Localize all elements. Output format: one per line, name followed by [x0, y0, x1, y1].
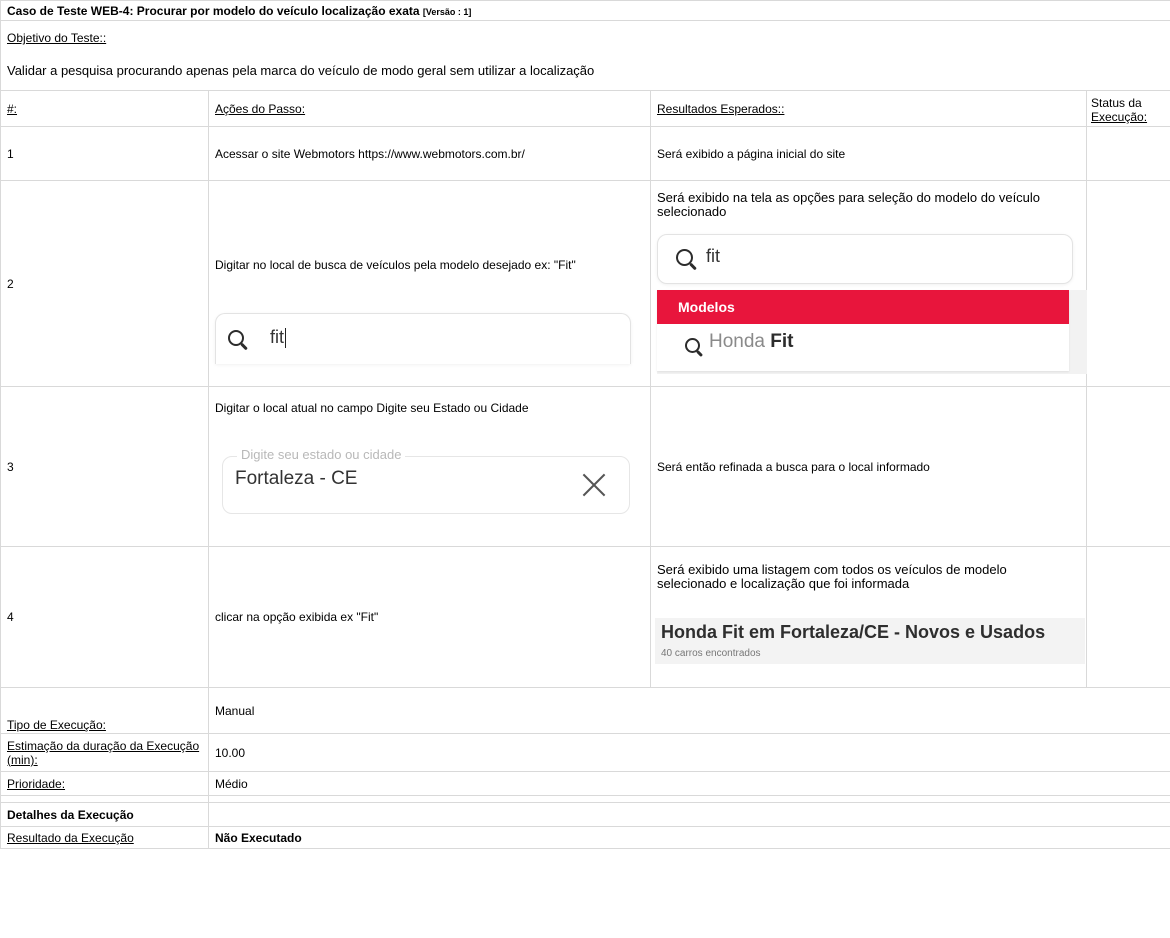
expected-search-value: fit — [706, 246, 721, 266]
title-row: Caso de Teste WEB-4: Procurar por modelo… — [0, 0, 1170, 21]
step-expected: Será exibido uma listagem com todos os v… — [657, 562, 1007, 591]
table-row: 1 Acessar o site Webmotors https://www.w… — [0, 126, 1170, 181]
col-num-label: #: — [7, 101, 18, 116]
test-case-table: Caso de Teste WEB-4: Procurar por modelo… — [0, 0, 1170, 849]
step-expected-cell: Será exibido na tela as opções para sele… — [650, 180, 1087, 387]
step-status — [1086, 126, 1170, 181]
objective-label: Objetivo do Teste:: — [7, 31, 107, 45]
priority-value: Médio — [208, 771, 1170, 796]
objective-row: Objetivo do Teste:: Validar a pesquisa p… — [0, 20, 1170, 91]
execution-result-label: Resultado da Execução — [7, 830, 134, 845]
col-actions-header: Ações do Passo: — [208, 90, 651, 127]
objective-text: Validar a pesquisa procurando apenas pel… — [7, 63, 595, 78]
step-action: Digitar o local atual no campo Digite se… — [215, 401, 529, 415]
table-row: 2 Digitar no local de busca de veículos … — [0, 180, 1170, 387]
execution-details-value — [208, 802, 1170, 827]
page-title: Caso de Teste WEB-4: Procurar por modelo… — [7, 4, 420, 18]
col-actions-label: Ações do Passo: — [215, 101, 306, 116]
spacer-row — [0, 795, 1170, 803]
step-expected-cell: Será exibido uma listagem com todos os v… — [650, 546, 1087, 688]
step-num: 3 — [0, 386, 209, 547]
dropdown-option: Honda Fit — [657, 324, 1069, 371]
step-expected: Será exibido a página inicial do site — [650, 126, 1087, 181]
step-action: Digitar no local de busca de veículos pe… — [215, 258, 576, 272]
step-status — [1086, 180, 1170, 387]
execution-details-label: Detalhes da Execução — [0, 802, 209, 827]
col-num-header: #: — [0, 90, 209, 127]
step-action: clicar na opção exibida ex "Fit" — [208, 546, 651, 688]
step-action-cell: Digitar o local atual no campo Digite se… — [208, 386, 651, 547]
column-header-row: #: Ações do Passo: Resultados Esperados:… — [0, 90, 1170, 127]
priority-label-cell: Prioridade: — [0, 771, 209, 796]
dropdown-header: Modelos — [657, 290, 1069, 324]
col-expected-label: Resultados Esperados:: — [657, 101, 785, 116]
location-field-value: Fortaleza - CE — [235, 468, 358, 489]
step-num: 1 — [0, 126, 209, 181]
step-expected: Será então refinada a busca para o local… — [650, 386, 1087, 547]
search-input-value: fit — [270, 326, 287, 348]
search-icon — [685, 338, 705, 358]
expected-search-mock: fit — [657, 234, 1073, 284]
col-status-label-2: Execução: — [1091, 109, 1148, 124]
execution-result-value: Não Executado — [208, 826, 1170, 849]
step-action: Acessar o site Webmotors https://www.web… — [208, 126, 651, 181]
location-field-mock: Digite seu estado ou cidade Fortaleza - … — [222, 448, 630, 514]
execution-details-row: Detalhes da Execução — [0, 802, 1170, 827]
exec-type-value: Manual — [208, 687, 1170, 734]
step-num: 4 — [0, 546, 209, 688]
step-status — [1086, 546, 1170, 688]
table-row: 3 Digitar o local atual no campo Digite … — [0, 386, 1170, 547]
search-input-mock: fit — [215, 313, 631, 364]
search-icon — [228, 330, 250, 352]
close-icon — [581, 472, 607, 498]
location-field-legend: Digite seu estado ou cidade — [237, 448, 406, 462]
step-expected: Será exibido na tela as opções para sele… — [657, 190, 1041, 219]
spacer-cell — [208, 795, 1170, 803]
execution-result-label-cell: Resultado da Execução — [0, 826, 209, 849]
exec-type-label: Tipo de Execução: — [7, 718, 106, 732]
execution-result-row: Resultado da Execução Não Executado — [0, 826, 1170, 849]
objective-cell: Objetivo do Teste:: Validar a pesquisa p… — [0, 20, 1170, 91]
step-num: 2 — [0, 180, 209, 387]
meta-row: Tipo de Execução: Manual — [0, 687, 1170, 734]
version-badge: [Versão : 1] — [422, 7, 472, 17]
dropdown-option-text: Honda Fit — [709, 331, 794, 352]
table-row: 4 clicar na opção exibida ex "Fit" Será … — [0, 546, 1170, 688]
step-action-cell: Digitar no local de busca de veículos pe… — [208, 180, 651, 387]
exec-type-label-cell: Tipo de Execução: — [0, 687, 209, 734]
result-title: Honda Fit em Fortaleza/CE - Novos e Usad… — [661, 622, 1046, 642]
duration-label-cell: Estimação da duração da Execução (min): — [0, 733, 209, 772]
priority-label: Prioridade: — [7, 776, 66, 791]
col-status-label-1: Status da — [1091, 95, 1142, 110]
duration-label: Estimação da duração da Execução (min): — [7, 738, 200, 767]
text-cursor — [285, 328, 287, 348]
search-icon — [676, 249, 698, 271]
title-cell: Caso de Teste WEB-4: Procurar por modelo… — [0, 0, 1170, 21]
meta-row: Estimação da duração da Execução (min): … — [0, 733, 1170, 772]
result-count: 40 carros encontrados — [661, 648, 761, 659]
col-expected-header: Resultados Esperados:: — [650, 90, 1087, 127]
spacer-cell — [0, 795, 209, 803]
dropdown-panel: Modelos Honda Fit — [657, 290, 1069, 371]
meta-row: Prioridade: Médio — [0, 771, 1170, 796]
col-status-header: Status da Execução: — [1086, 90, 1170, 127]
step-status — [1086, 386, 1170, 547]
duration-value: 10.00 — [208, 733, 1170, 772]
result-header-mock: Honda Fit em Fortaleza/CE - Novos e Usad… — [655, 618, 1085, 664]
